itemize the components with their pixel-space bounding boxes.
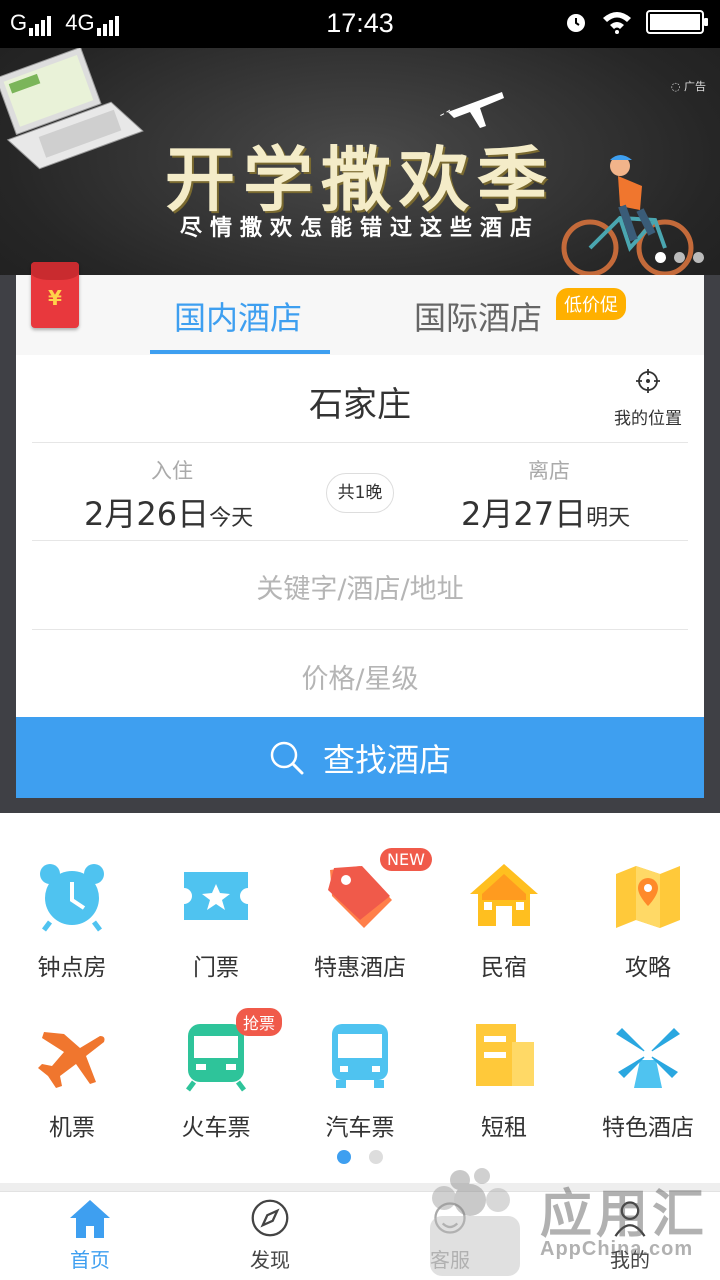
checkout-date-value: 2月27日 — [461, 495, 587, 533]
service-train-tickets[interactable]: 火车票 抢票 — [144, 1008, 288, 1142]
compass-icon — [251, 1199, 289, 1237]
services-pager — [0, 1150, 720, 1164]
tab-domestic-hotel[interactable]: 国内酒店 — [174, 293, 302, 339]
building-icon — [476, 1024, 534, 1086]
bottom-nav: 首页 发现 客服 我的 — [0, 1191, 720, 1280]
service-tickets[interactable]: 门票 — [144, 860, 288, 982]
nav-customer-service[interactable]: 客服 — [390, 1198, 510, 1273]
service-discount-hotel[interactable]: 特惠酒店 NEW — [288, 848, 432, 982]
checkout-date[interactable]: 2月27日明天 — [461, 489, 630, 535]
bus-icon — [332, 1024, 388, 1088]
checkin-date[interactable]: 2月26日今天 — [84, 489, 253, 535]
service-featured-hotel[interactable]: 特色酒店 — [576, 1020, 720, 1142]
service-bus-tickets[interactable]: 汽车票 — [288, 1020, 432, 1142]
service-flights[interactable]: 机票 — [0, 1020, 144, 1142]
promo-badge: 低价促 — [556, 288, 626, 320]
battery-icon — [646, 10, 708, 34]
hotel-booking-card: 国内酒店 国际酒店 低价促 石家庄 我的位置 入住 2月26日今天 共1晚 离店… — [16, 275, 704, 798]
ticket-icon — [184, 872, 248, 920]
divider — [32, 540, 688, 541]
service-guide[interactable]: 攻略 — [576, 860, 720, 982]
active-tab-indicator — [150, 350, 330, 354]
ad-label: ◌ 广告 — [670, 80, 706, 93]
search-icon — [270, 741, 304, 774]
search-hotel-button[interactable]: 查找酒店 — [16, 717, 704, 798]
divider — [32, 629, 688, 630]
nav-discover[interactable]: 发现 — [210, 1198, 330, 1273]
my-location-button[interactable]: 我的位置 — [608, 368, 688, 429]
red-packet-icon[interactable]: ¥ — [31, 262, 79, 328]
grab-ticket-badge: 抢票 — [236, 1008, 283, 1036]
service-short-rental[interactable]: 短租 — [432, 1020, 576, 1142]
alarm-clock-icon — [40, 864, 104, 932]
airplane-icon — [38, 1032, 105, 1088]
nights-count: 共1晚 — [326, 473, 394, 513]
keyword-input[interactable]: 关键字/酒店/地址 — [16, 567, 704, 606]
home-icon — [70, 1200, 110, 1238]
city-selector[interactable]: 石家庄 — [16, 377, 704, 426]
checkin-label: 入住 — [151, 459, 193, 483]
checkin-date-note: 今天 — [209, 506, 254, 531]
service-homestay[interactable]: 民宿 — [432, 860, 576, 982]
banner-pager — [655, 252, 704, 263]
headset-icon — [434, 1202, 466, 1234]
house-icon — [470, 864, 538, 926]
status-bar: G 4G 17:43 — [0, 0, 720, 48]
checkout-label: 离店 — [528, 459, 570, 483]
tab-international-hotel[interactable]: 国际酒店 — [414, 293, 542, 339]
divider — [0, 1183, 720, 1191]
price-tag-icon — [328, 866, 392, 928]
user-icon — [614, 1201, 646, 1237]
search-button-label: 查找酒店 — [322, 740, 451, 779]
nav-home[interactable]: 首页 — [30, 1198, 150, 1273]
locate-icon — [636, 369, 660, 393]
divider — [32, 442, 688, 443]
alarm-icon — [567, 14, 585, 32]
my-location-label: 我的位置 — [614, 409, 682, 429]
map-icon — [616, 866, 680, 928]
windmill-icon — [616, 1028, 680, 1088]
wifi-icon — [603, 12, 631, 34]
price-star-filter[interactable]: 价格/星级 — [16, 657, 704, 696]
hotel-tabs: 国内酒店 国际酒店 低价促 — [16, 275, 704, 355]
nav-profile[interactable]: 我的 — [570, 1198, 690, 1273]
service-hourly-room[interactable]: 钟点房 — [0, 860, 144, 982]
checkout-date-note: 明天 — [586, 506, 631, 531]
new-badge: NEW — [380, 848, 432, 871]
checkin-date-value: 2月26日 — [84, 495, 210, 533]
